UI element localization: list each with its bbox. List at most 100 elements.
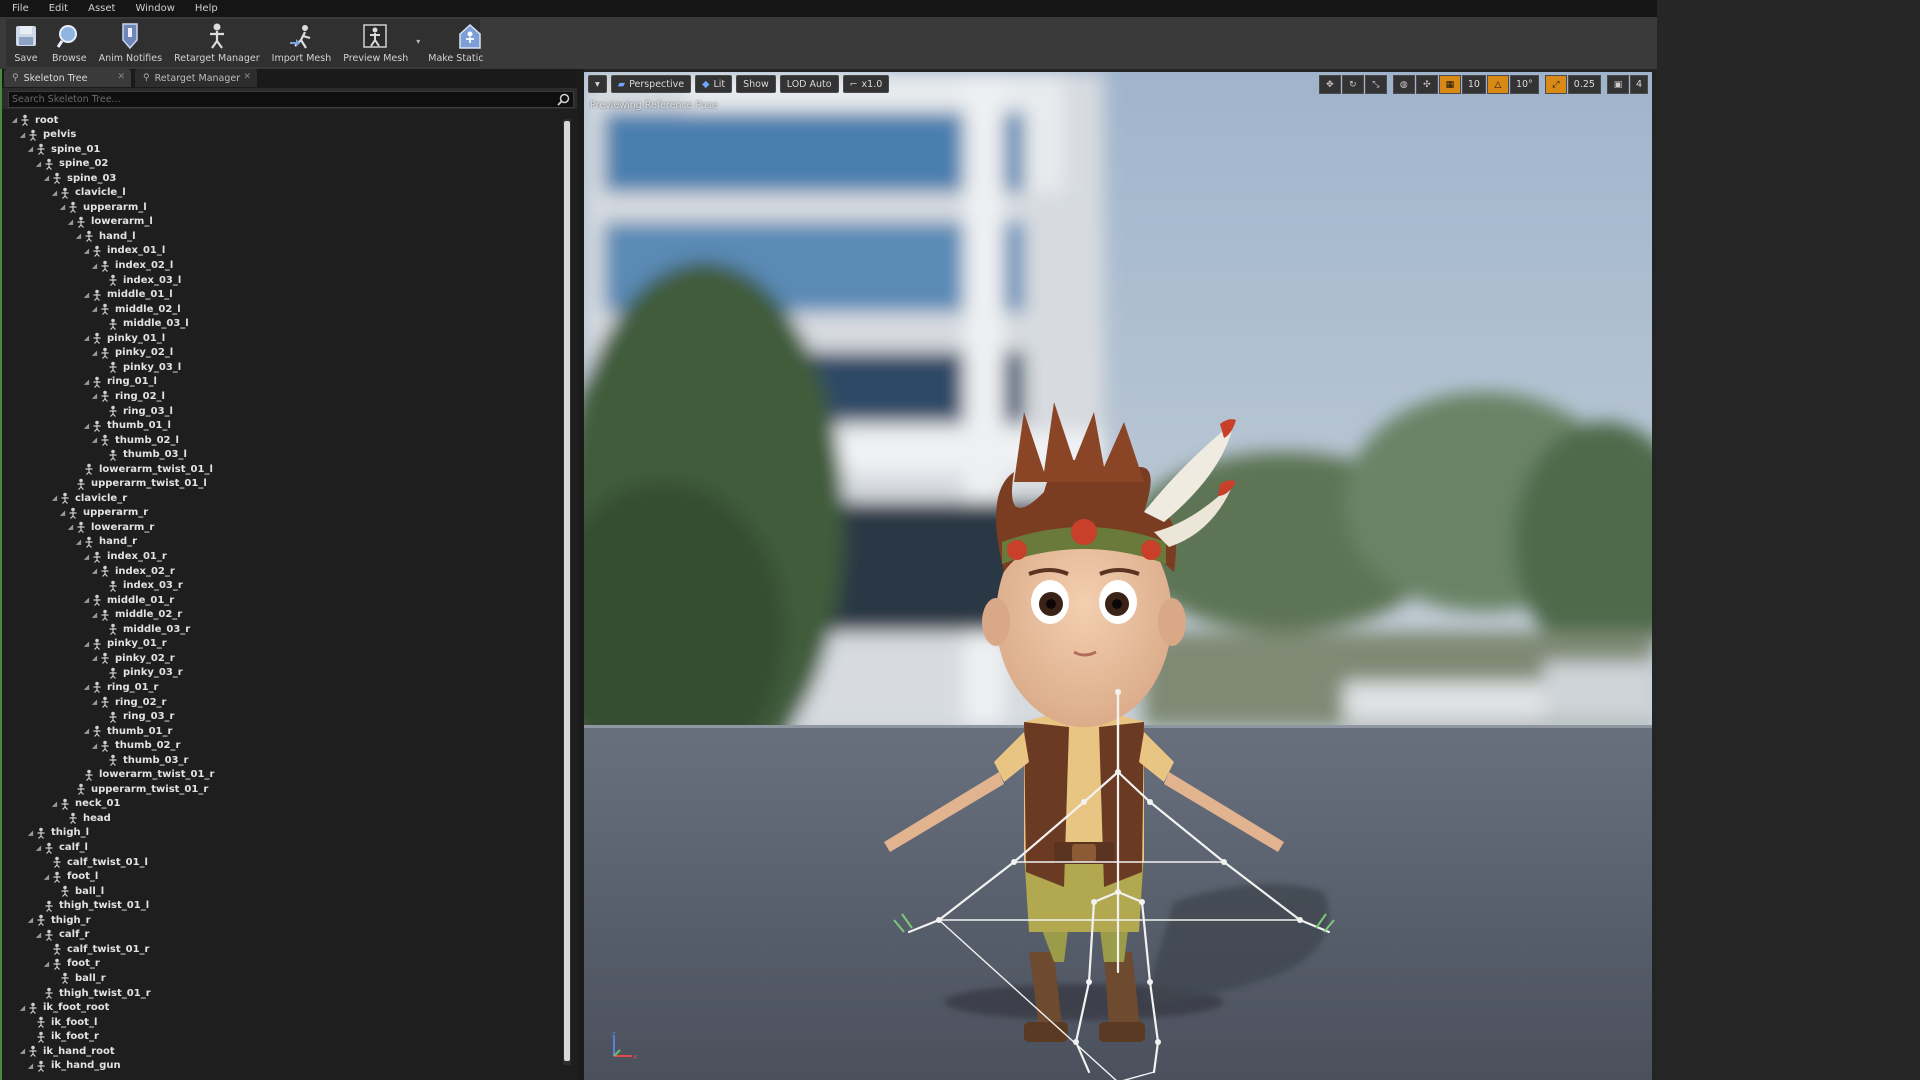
expand-arrow-icon[interactable]: ◢: [18, 131, 27, 139]
expand-arrow-icon[interactable]: ◢: [42, 873, 51, 881]
tree-row-pinky_03_l[interactable]: ◢pinky_03_l: [98, 360, 181, 374]
tree-row-clavicle_l[interactable]: ◢ clavicle_l: [50, 186, 126, 200]
expand-arrow-icon[interactable]: ◢: [50, 800, 59, 808]
tree-row-ring_02_r[interactable]: ◢ ring_02_r: [90, 695, 166, 709]
tree-row-upperarm_twist_01_r[interactable]: ◢upperarm_twist_01_r: [66, 782, 208, 796]
tree-row-middle_02_l[interactable]: ◢ middle_02_l: [90, 302, 181, 316]
expand-arrow-icon[interactable]: ◢: [90, 654, 99, 662]
expand-arrow-icon[interactable]: ◢: [26, 829, 35, 837]
tree-row-thigh_l[interactable]: ◢ thigh_l: [26, 826, 89, 840]
expand-arrow-icon[interactable]: ◢: [74, 232, 83, 240]
tree-row-middle_03_r[interactable]: ◢middle_03_r: [98, 622, 190, 636]
expand-arrow-icon[interactable]: ◢: [26, 916, 35, 924]
expand-arrow-icon[interactable]: ◢: [90, 305, 99, 313]
rotation-snap-icon[interactable]: △: [1486, 75, 1509, 94]
expand-arrow-icon[interactable]: ◢: [90, 611, 99, 619]
tree-row-ring_03_l[interactable]: ◢ring_03_l: [98, 404, 173, 418]
tree-row-middle_02_r[interactable]: ◢ middle_02_r: [90, 608, 182, 622]
surface-snap-icon[interactable]: ✣: [1415, 75, 1438, 94]
tree-row-thumb_02_r[interactable]: ◢ thumb_02_r: [90, 739, 180, 753]
tree-row-hand_l[interactable]: ◢ hand_l: [74, 229, 136, 243]
tree-row-calf_twist_01_r[interactable]: ◢calf_twist_01_r: [42, 942, 149, 956]
playback-speed-button[interactable]: ⌐ x1.0: [842, 75, 890, 93]
tree-row-ring_01_r[interactable]: ◢ ring_01_r: [82, 680, 158, 694]
close-icon[interactable]: ✕: [243, 72, 251, 82]
tree-row-calf_r[interactable]: ◢ calf_r: [34, 928, 89, 942]
tree-row-pelvis[interactable]: ◢ pelvis: [18, 128, 76, 142]
show-button[interactable]: Show: [736, 75, 776, 93]
tree-row-index_02_l[interactable]: ◢ index_02_l: [90, 259, 173, 273]
expand-arrow-icon[interactable]: ◢: [18, 1047, 27, 1055]
tree-row-neck_01[interactable]: ◢ neck_01: [50, 797, 120, 811]
tree-row-index_03_r[interactable]: ◢index_03_r: [98, 579, 183, 593]
tree-row-index_02_r[interactable]: ◢ index_02_r: [90, 564, 175, 578]
tree-row-thigh_twist_01_l[interactable]: ◢thigh_twist_01_l: [34, 899, 149, 913]
tree-row-middle_01_l[interactable]: ◢ middle_01_l: [82, 288, 173, 302]
expand-arrow-icon[interactable]: ◢: [66, 523, 75, 531]
tab-retarget-manager[interactable]: ⚲ Retarget Manager ✕: [135, 69, 257, 87]
tree-row-ring_03_r[interactable]: ◢ring_03_r: [98, 710, 174, 724]
tree-row-thumb_01_l[interactable]: ◢ thumb_01_l: [82, 419, 171, 433]
camera-speed-icon[interactable]: ▣: [1606, 75, 1629, 94]
grid-snap-value[interactable]: 10: [1461, 75, 1486, 94]
anim-notifies-button[interactable]: Anim Notifies: [93, 19, 169, 67]
tree-row-calf_l[interactable]: ◢ calf_l: [34, 841, 88, 855]
tree-row-ball_l[interactable]: ◢ball_l: [50, 884, 104, 898]
expand-arrow-icon[interactable]: ◢: [82, 247, 91, 255]
tree-row-pinky_02_l[interactable]: ◢ pinky_02_l: [90, 346, 173, 360]
expand-arrow-icon[interactable]: ◢: [50, 494, 59, 502]
tree-row-lowerarm_l[interactable]: ◢ lowerarm_l: [66, 215, 153, 229]
tree-row-middle_03_l[interactable]: ◢middle_03_l: [98, 317, 189, 331]
expand-arrow-icon[interactable]: ◢: [74, 538, 83, 546]
expand-arrow-icon[interactable]: ◢: [42, 960, 51, 968]
tree-row-pinky_01_l[interactable]: ◢ pinky_01_l: [82, 331, 165, 345]
scale-snap-icon[interactable]: ⤢: [1544, 75, 1567, 94]
expand-arrow-icon[interactable]: ◢: [58, 203, 67, 211]
tree-row-spine_02[interactable]: ◢ spine_02: [34, 157, 108, 171]
expand-arrow-icon[interactable]: ◢: [10, 116, 19, 124]
tree-row-ring_01_l[interactable]: ◢ ring_01_l: [82, 375, 157, 389]
lit-button[interactable]: ◆ Lit: [695, 75, 733, 93]
tree-row-thumb_03_l[interactable]: ◢thumb_03_l: [98, 448, 187, 462]
tree-row-lowerarm_r[interactable]: ◢ lowerarm_r: [66, 520, 154, 534]
translate-icon[interactable]: ✥: [1318, 75, 1341, 94]
perspective-button[interactable]: ▰ Perspective: [610, 75, 692, 93]
scale-icon[interactable]: ⤡: [1364, 75, 1387, 94]
expand-arrow-icon[interactable]: ◢: [82, 683, 91, 691]
expand-arrow-icon[interactable]: ◢: [82, 378, 91, 386]
tree-row-index_03_l[interactable]: ◢index_03_l: [98, 273, 181, 287]
close-icon[interactable]: ✕: [117, 72, 125, 82]
grid-snap-icon[interactable]: ▦: [1438, 75, 1461, 94]
tree-row-lowerarm_twist_01_r[interactable]: ◢lowerarm_twist_01_r: [74, 768, 214, 782]
preview-mesh-dropdown-icon[interactable]: ▾: [416, 37, 420, 46]
expand-arrow-icon[interactable]: ◢: [90, 742, 99, 750]
viewport-options-dropdown[interactable]: ▾: [588, 75, 607, 93]
expand-arrow-icon[interactable]: ◢: [34, 931, 43, 939]
expand-arrow-icon[interactable]: ◢: [82, 727, 91, 735]
expand-arrow-icon[interactable]: ◢: [90, 567, 99, 575]
tree-row-ik_foot_r[interactable]: ◢ik_foot_r: [26, 1030, 99, 1044]
tree-row-thumb_03_r[interactable]: ◢thumb_03_r: [98, 753, 188, 767]
expand-arrow-icon[interactable]: ◢: [50, 189, 59, 197]
expand-arrow-icon[interactable]: ◢: [58, 509, 67, 517]
camera-speed-value[interactable]: 4: [1629, 75, 1648, 94]
tree-row-ik_hand_root[interactable]: ◢ ik_hand_root: [18, 1044, 115, 1058]
expand-arrow-icon[interactable]: ◢: [82, 640, 91, 648]
tree-row-middle_01_r[interactable]: ◢ middle_01_r: [82, 593, 174, 607]
tree-row-pinky_01_r[interactable]: ◢ pinky_01_r: [82, 637, 167, 651]
tree-row-index_01_l[interactable]: ◢ index_01_l: [82, 244, 165, 258]
browse-button[interactable]: Browse: [46, 19, 93, 67]
menu-asset[interactable]: Asset: [76, 0, 123, 17]
tree-row-foot_l[interactable]: ◢ foot_l: [42, 870, 98, 884]
search-icon[interactable]: [557, 93, 570, 106]
expand-arrow-icon[interactable]: ◢: [90, 392, 99, 400]
search-input[interactable]: [12, 92, 542, 107]
tree-row-thigh_r[interactable]: ◢ thigh_r: [26, 913, 91, 927]
expand-arrow-icon[interactable]: ◢: [82, 422, 91, 430]
expand-arrow-icon[interactable]: ◢: [18, 1004, 27, 1012]
expand-arrow-icon[interactable]: ◢: [82, 596, 91, 604]
tree-row-lowerarm_twist_01_l[interactable]: ◢lowerarm_twist_01_l: [74, 462, 213, 476]
tree-row-thumb_01_r[interactable]: ◢ thumb_01_r: [82, 724, 172, 738]
tree-scrollbar-thumb[interactable]: [564, 121, 570, 1061]
tree-row-upperarm_twist_01_l[interactable]: ◢upperarm_twist_01_l: [66, 477, 207, 491]
